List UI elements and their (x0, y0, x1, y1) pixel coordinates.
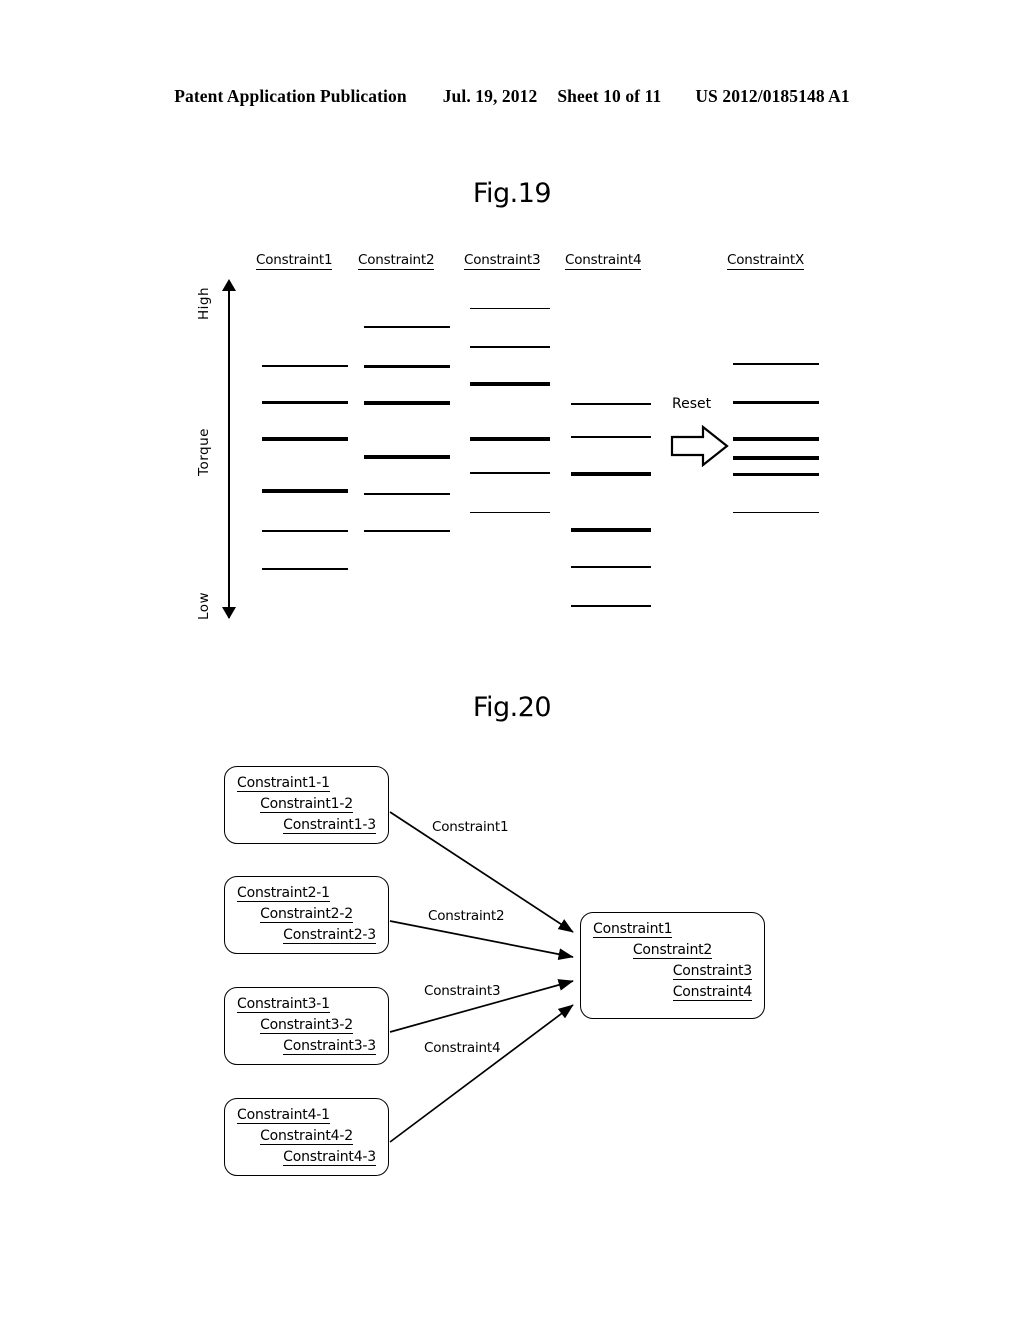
node-line-text: Constraint1-1 (237, 775, 330, 792)
node-line-text: Constraint3-3 (283, 1038, 376, 1055)
node-line: Constraint1-3 (237, 818, 376, 834)
node-line: Constraint4-1 (237, 1108, 376, 1124)
node-line-text: Constraint4-3 (283, 1149, 376, 1166)
node-line: Constraint2-1 (237, 886, 376, 902)
node-line: Constraint3-3 (237, 1039, 376, 1055)
node-line-text: Constraint2-1 (237, 885, 330, 902)
node-line-text: Constraint3-1 (237, 996, 330, 1013)
constraint3-box[interactable]: Constraint3-1 Constraint3-2 Constraint3-3 (224, 987, 389, 1065)
node-line-text: Constraint4 (672, 984, 752, 1001)
node-line-text: Constraint3-2 (260, 1017, 353, 1034)
node-line-text: Constraint2-3 (283, 927, 376, 944)
connector-arrow (389, 920, 574, 961)
node-line: Constraint1-2 (237, 797, 376, 813)
constraint2-box[interactable]: Constraint2-1 Constraint2-2 Constraint2-3 (224, 876, 389, 954)
constraint1-box[interactable]: Constraint1-1 Constraint1-2 Constraint1-3 (224, 766, 389, 844)
edge-label-constraint4: Constraint4 (424, 1040, 501, 1056)
node-line: Constraint3-2 (237, 1018, 376, 1034)
connector-arrow (389, 1004, 574, 1143)
node-line-text: Constraint1 (593, 921, 673, 938)
node-line-text: Constraint2-2 (260, 906, 353, 923)
node-line: Constraint2-2 (237, 907, 376, 923)
figure-20: Constraint1-1 Constraint1-2 Constraint1-3 C… (0, 0, 1024, 1320)
node-line-text: Constraint4-1 (237, 1107, 330, 1124)
node-line: Constraint1 (593, 922, 752, 938)
node-line: Constraint4-3 (237, 1150, 376, 1166)
node-line: Constraint4 (593, 985, 752, 1001)
merged-constraint-box[interactable]: Constraint1 Constraint2 Constraint3 Constra… (580, 912, 765, 1019)
constraint4-box[interactable]: Constraint4-1 Constraint4-2 Constraint4-3 (224, 1098, 389, 1176)
node-line: Constraint4-2 (237, 1129, 376, 1145)
node-line-text: Constraint4-2 (260, 1128, 353, 1145)
node-line: Constraint2-3 (237, 928, 376, 944)
edge-label-constraint3: Constraint3 (424, 983, 501, 999)
node-line: Constraint3 (593, 964, 752, 980)
node-line-text: Constraint2 (632, 942, 713, 959)
edge-label-constraint1: Constraint1 (432, 819, 509, 835)
node-line: Constraint3-1 (237, 997, 376, 1013)
node-line-text: Constraint1-3 (283, 817, 376, 834)
node-line: Constraint1-1 (237, 776, 376, 792)
edge-label-constraint2: Constraint2 (428, 908, 505, 924)
fig20-connectors (389, 811, 574, 1143)
node-line-text: Constraint3 (672, 963, 752, 980)
node-line: Constraint2 (593, 943, 752, 959)
node-line-text: Constraint1-2 (260, 796, 353, 813)
